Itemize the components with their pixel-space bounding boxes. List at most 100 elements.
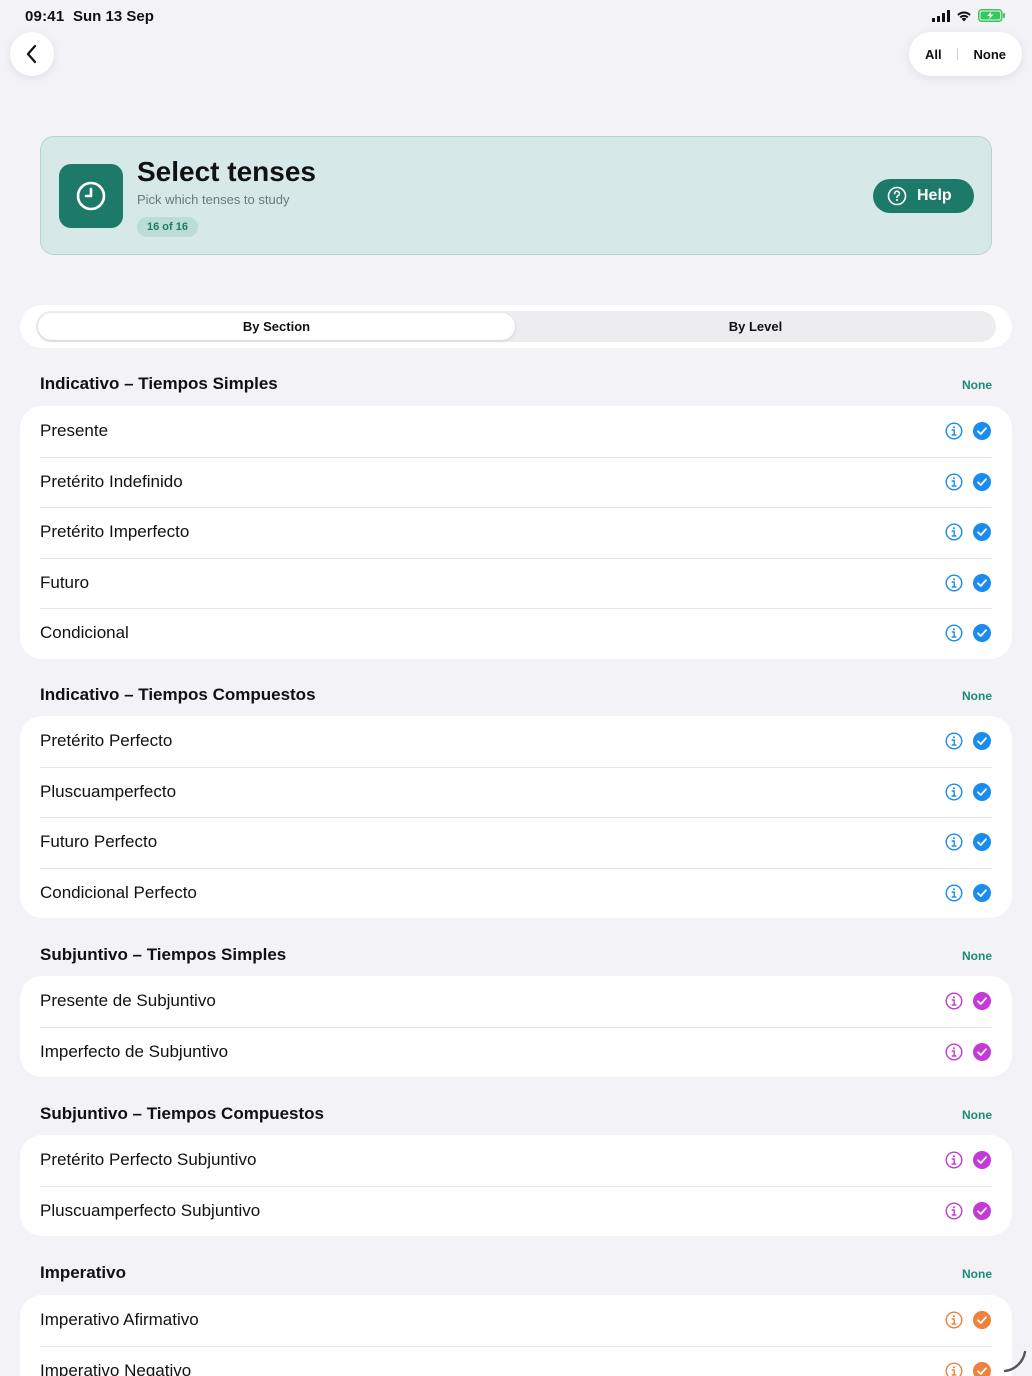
- tense-row[interactable]: Pluscuamperfecto: [20, 766, 1012, 818]
- section-header: Indicativo – Tiempos Compuestos None: [40, 685, 992, 709]
- checkmark-icon[interactable]: [973, 422, 991, 440]
- chevron-left-icon: [26, 44, 37, 64]
- tense-label: Pretérito Perfecto Subjuntivo: [40, 1150, 257, 1169]
- tense-label: Imperativo Afirmativo: [40, 1310, 199, 1329]
- tense-row[interactable]: Presente de Subjuntivo: [20, 976, 1012, 1027]
- tense-label: Imperativo Negativo: [40, 1360, 192, 1376]
- info-icon[interactable]: [945, 422, 963, 440]
- info-icon[interactable]: [945, 523, 963, 541]
- segment-track: By Section By Level: [36, 311, 996, 342]
- select-none-button[interactable]: None: [974, 47, 1007, 62]
- checkmark-icon[interactable]: [973, 732, 991, 750]
- clock-icon: [76, 181, 106, 211]
- section-deselect-none-button[interactable]: None: [962, 1108, 992, 1122]
- checkmark-icon[interactable]: [973, 1361, 991, 1376]
- tense-row[interactable]: Futuro: [20, 557, 1012, 609]
- cellular-signal-icon: [932, 9, 950, 22]
- status-time: 09:41: [25, 8, 65, 25]
- info-icon[interactable]: [945, 833, 963, 851]
- back-button[interactable]: [10, 32, 54, 76]
- info-icon[interactable]: [945, 1042, 963, 1061]
- header-icon-tile: [59, 164, 123, 228]
- info-icon[interactable]: [945, 1311, 963, 1329]
- info-icon[interactable]: [945, 1151, 963, 1169]
- tense-label: Presente de Subjuntivo: [40, 991, 216, 1010]
- tense-label: Pretérito Imperfecto: [40, 522, 190, 541]
- info-icon[interactable]: [945, 1362, 963, 1376]
- segment-by-level[interactable]: By Level: [517, 313, 994, 340]
- status-bar: 09:41 Sun 13 Sep: [0, 0, 1032, 32]
- page-title: Select tenses: [137, 156, 316, 187]
- info-icon[interactable]: [945, 573, 963, 592]
- status-date: Sun 13 Sep: [73, 8, 154, 25]
- tense-row[interactable]: Futuro Perfecto: [20, 817, 1012, 868]
- view-mode-segmented-control: By Section By Level: [20, 305, 1012, 348]
- tense-row[interactable]: Condicional: [20, 608, 1012, 659]
- select-all-none-control: All None: [909, 32, 1022, 76]
- section-header: Imperativo None: [40, 1263, 992, 1287]
- info-icon[interactable]: [945, 1201, 963, 1220]
- section-title: Subjuntivo – Tiempos Simples: [40, 945, 287, 964]
- tense-label: Pluscuamperfecto Subjuntivo: [40, 1200, 261, 1220]
- checkmark-icon[interactable]: [973, 1311, 991, 1329]
- section-deselect-none-button[interactable]: None: [962, 949, 992, 963]
- section-deselect-none-button[interactable]: None: [962, 378, 992, 392]
- checkmark-icon[interactable]: [973, 624, 991, 642]
- section-card: Presente de Subjuntivo Imperfecto de Subj…: [20, 976, 1012, 1077]
- info-icon[interactable]: [945, 624, 963, 642]
- tense-label: Pretérito Perfecto: [40, 731, 173, 750]
- tense-row[interactable]: Pretérito Perfecto: [20, 716, 1012, 767]
- status-icons: [932, 9, 1006, 22]
- scroll-indicator-icon: [1003, 1350, 1027, 1373]
- checkmark-icon[interactable]: [973, 523, 991, 541]
- section-deselect-none-button[interactable]: None: [962, 689, 992, 703]
- tense-row[interactable]: Imperativo Negativo: [20, 1345, 1012, 1376]
- help-button[interactable]: Help: [873, 179, 974, 213]
- checkmark-icon[interactable]: [973, 992, 991, 1010]
- info-icon[interactable]: [945, 472, 963, 491]
- section-title: Subjuntivo – Tiempos Compuestos: [40, 1104, 324, 1123]
- checkmark-icon[interactable]: [973, 1042, 991, 1061]
- header-card: Select tenses Pick which tenses to study…: [40, 136, 992, 255]
- tense-row[interactable]: Presente: [20, 406, 1012, 457]
- select-all-button[interactable]: All: [925, 47, 942, 62]
- tense-row[interactable]: Condicional Perfecto: [20, 867, 1012, 919]
- checkmark-icon[interactable]: [973, 472, 991, 491]
- tense-row[interactable]: Pretérito Imperfecto: [20, 507, 1012, 558]
- section-card: Presente Pretérito Indefinido Pretérito Im…: [20, 406, 1012, 659]
- question-circle-icon: [887, 186, 907, 206]
- checkmark-icon[interactable]: [973, 1151, 991, 1169]
- tense-label: Condicional Perfecto: [40, 882, 197, 902]
- tense-row[interactable]: Pluscuamperfecto Subjuntivo: [20, 1185, 1012, 1237]
- checkmark-icon[interactable]: [973, 833, 991, 851]
- info-icon[interactable]: [945, 732, 963, 750]
- tense-row[interactable]: Imperfecto de Subjuntivo: [20, 1026, 1012, 1078]
- checkmark-icon[interactable]: [973, 782, 991, 801]
- info-icon[interactable]: [945, 883, 963, 902]
- section-header: Subjuntivo – Tiempos Compuestos None: [40, 1104, 992, 1128]
- help-button-label: Help: [917, 187, 952, 204]
- tense-row[interactable]: Pretérito Perfecto Subjuntivo: [20, 1135, 1012, 1186]
- tense-row[interactable]: Pretérito Indefinido: [20, 456, 1012, 508]
- section-title: Indicativo – Tiempos Compuestos: [40, 685, 316, 704]
- divider: [957, 48, 959, 60]
- tense-label: Futuro: [40, 572, 90, 592]
- section-deselect-none-button[interactable]: None: [962, 1267, 992, 1281]
- segment-by-section[interactable]: By Section: [38, 313, 515, 340]
- section-title: Indicativo – Tiempos Simples: [40, 374, 278, 393]
- section-title: Imperativo: [40, 1263, 126, 1282]
- checkmark-icon[interactable]: [973, 573, 991, 592]
- tense-label: Pluscuamperfecto: [40, 781, 177, 801]
- selection-count-badge: 16 of 16: [137, 217, 198, 237]
- battery-charging-icon: [978, 9, 1005, 22]
- tense-row[interactable]: Imperativo Afirmativo: [20, 1295, 1012, 1346]
- tense-label: Pretérito Indefinido: [40, 471, 183, 491]
- info-icon[interactable]: [945, 782, 963, 801]
- checkmark-icon[interactable]: [973, 1201, 991, 1220]
- info-icon[interactable]: [945, 992, 963, 1010]
- checkmark-icon[interactable]: [973, 883, 991, 902]
- section-card: Imperativo Afirmativo Imperativo Negativo: [20, 1295, 1012, 1376]
- tense-label: Condicional: [40, 623, 129, 642]
- section-card: Pretérito Perfecto Pluscuamperfecto Futuro…: [20, 716, 1012, 918]
- tense-label: Futuro Perfecto: [40, 832, 158, 851]
